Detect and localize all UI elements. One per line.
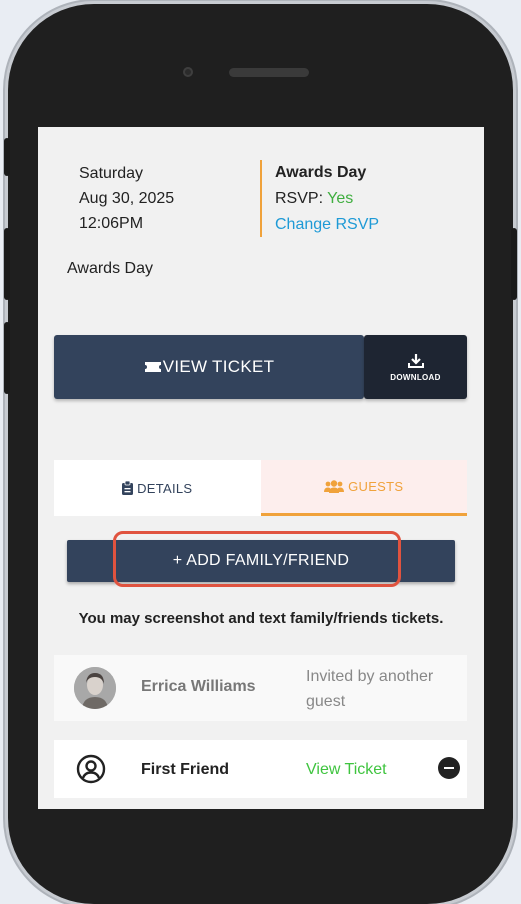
event-date: Aug 30, 2025	[79, 190, 175, 207]
tab-guests[interactable]: GUESTS	[260, 460, 467, 516]
event-info-block: Awards Day RSVP: Yes Change RSVP	[260, 160, 379, 237]
app-screen: Saturday Aug 30, 2025 12:06PM Awards Day…	[38, 127, 484, 809]
list-item: First Friend View Ticket	[54, 740, 467, 798]
avatar	[74, 667, 116, 709]
change-rsvp-link[interactable]: Change RSVP	[275, 212, 379, 238]
users-icon	[324, 479, 345, 493]
tab-details[interactable]: DETAILS	[54, 460, 261, 516]
person-photo-icon	[74, 667, 116, 709]
phone-volume-down	[4, 322, 10, 394]
view-friend-ticket-link[interactable]: View Ticket	[306, 761, 387, 779]
rsvp-label: RSVP:	[275, 190, 324, 207]
download-icon	[407, 353, 424, 368]
friend-name: First Friend	[141, 761, 230, 778]
phone-volume-up	[4, 228, 10, 300]
tab-details-label: DETAILS	[137, 480, 193, 496]
event-name: Awards Day	[67, 260, 153, 277]
phone-power-button	[511, 228, 517, 300]
phone-camera	[183, 67, 193, 77]
list-item: Errica Williams Invited by another guest	[54, 655, 467, 721]
event-date-block: Saturday Aug 30, 2025 12:06PM	[79, 161, 174, 236]
minus-icon	[444, 767, 454, 769]
phone-speaker	[229, 68, 309, 77]
tab-bar: DETAILS GUESTS	[54, 460, 467, 516]
rsvp-value: Yes	[327, 190, 354, 207]
rsvp-status: RSVP: Yes	[275, 186, 379, 212]
event-day: Saturday	[79, 165, 144, 182]
clipboard-icon	[122, 481, 134, 495]
tab-guests-label: GUESTS	[348, 479, 404, 494]
user-circle-icon	[76, 754, 106, 784]
download-label: DOWNLOAD	[390, 372, 441, 382]
guest-name: Errica Williams	[141, 678, 256, 695]
event-time: 12:06PM	[79, 215, 144, 232]
screenshot-note: You may screenshot and text family/frien…	[78, 610, 444, 627]
event-title: Awards Day	[275, 164, 367, 181]
ticket-icon	[144, 362, 161, 372]
view-ticket-label: VIEW TICKET	[162, 357, 275, 376]
download-button[interactable]: DOWNLOAD	[364, 335, 467, 399]
highlight-annotation	[113, 531, 401, 587]
remove-guest-button[interactable]	[438, 757, 460, 779]
guest-status: Invited by another guest	[306, 668, 434, 710]
phone-mute-switch	[4, 138, 10, 176]
view-ticket-button[interactable]: VIEW TICKET	[54, 335, 364, 399]
